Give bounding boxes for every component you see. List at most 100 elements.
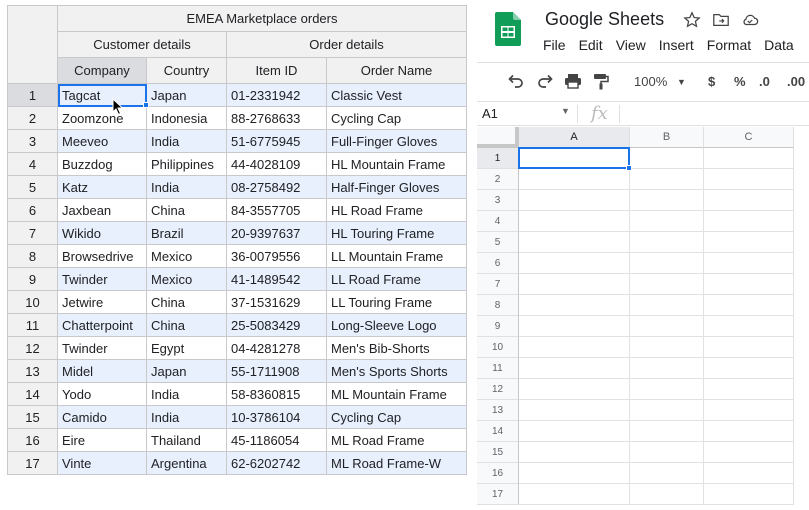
menu-view[interactable]: View	[616, 37, 646, 53]
row-number[interactable]: 12	[7, 336, 58, 360]
row-number[interactable]: 5	[7, 175, 58, 199]
sheet-cell[interactable]	[630, 211, 704, 232]
cell-item-id[interactable]: 55-1711908	[226, 359, 327, 383]
sheet-cell[interactable]	[704, 421, 794, 442]
cell-order-name[interactable]: Half-Finger Gloves	[326, 175, 467, 199]
name-box-dropdown-icon[interactable]: ▼	[561, 106, 570, 116]
row-number[interactable]: 15	[7, 405, 58, 429]
cell-country[interactable]: Mexico	[146, 244, 227, 268]
cell-country[interactable]: India	[146, 405, 227, 429]
sheet-cell[interactable]	[630, 190, 704, 211]
row-number[interactable]: 3	[7, 129, 58, 153]
row-header[interactable]: 2	[477, 169, 519, 190]
cell-company[interactable]: Meeveo	[57, 129, 147, 153]
column-header-b[interactable]: B	[630, 127, 704, 148]
cell-company[interactable]: Twinder	[57, 336, 147, 360]
cell-company[interactable]: Jetwire	[57, 290, 147, 314]
cell-order-name[interactable]: Men's Sports Shorts	[326, 359, 467, 383]
row-number[interactable]: 17	[7, 451, 58, 475]
sheet-cell[interactable]	[704, 379, 794, 400]
cell-company[interactable]: Midel	[57, 359, 147, 383]
cell-company[interactable]: Zoomzone	[57, 106, 147, 130]
sheet-cell[interactable]	[704, 253, 794, 274]
cell-country[interactable]: Japan	[146, 83, 227, 107]
cell-company[interactable]: Katz	[57, 175, 147, 199]
sheet-cell[interactable]	[519, 295, 630, 316]
sheet-cell[interactable]	[704, 463, 794, 484]
star-icon[interactable]	[683, 11, 701, 29]
cell-order-name[interactable]: HL Touring Frame	[326, 221, 467, 245]
sheet-cell[interactable]	[519, 379, 630, 400]
print-icon[interactable]	[564, 73, 582, 89]
sheet-cell[interactable]	[519, 190, 630, 211]
cell-item-id[interactable]: 84-3557705	[226, 198, 327, 222]
sheet-cell[interactable]	[519, 274, 630, 295]
cell-order-name[interactable]: Long-Sleeve Logo	[326, 313, 467, 337]
cell-order-name[interactable]: ML Road Frame	[326, 428, 467, 452]
sheet-cell[interactable]	[704, 400, 794, 421]
row-number[interactable]: 9	[7, 267, 58, 291]
cell-order-name[interactable]: ML Road Frame-W	[326, 451, 467, 475]
row-header[interactable]: 15	[477, 442, 519, 463]
sheet-cell[interactable]	[630, 232, 704, 253]
column-header-c[interactable]: C	[704, 127, 794, 148]
sheet-cell[interactable]	[630, 484, 704, 505]
cell-company[interactable]: Camido	[57, 405, 147, 429]
row-header[interactable]: 7	[477, 274, 519, 295]
column-header-country[interactable]: Country	[146, 57, 227, 84]
row-header[interactable]: 8	[477, 295, 519, 316]
cell-company[interactable]: Browsedrive	[57, 244, 147, 268]
sheet-cell[interactable]	[519, 400, 630, 421]
cell-order-name[interactable]: Men's Bib-Shorts	[326, 336, 467, 360]
cell-country[interactable]: Thailand	[146, 428, 227, 452]
sheet-cell[interactable]	[630, 295, 704, 316]
row-number[interactable]: 10	[7, 290, 58, 314]
cell-item-id[interactable]: 44-4028109	[226, 152, 327, 176]
row-header[interactable]: 10	[477, 337, 519, 358]
sheet-cell[interactable]	[519, 316, 630, 337]
cell-country[interactable]: India	[146, 382, 227, 406]
sheet-cell[interactable]	[630, 253, 704, 274]
row-number[interactable]: 1	[7, 83, 58, 107]
row-number[interactable]: 16	[7, 428, 58, 452]
row-header[interactable]: 6	[477, 253, 519, 274]
undo-icon[interactable]	[507, 73, 525, 89]
menu-data[interactable]: Data	[764, 37, 794, 53]
row-header[interactable]: 13	[477, 400, 519, 421]
menu-format[interactable]: Format	[707, 37, 751, 53]
sheet-cell[interactable]	[704, 484, 794, 505]
sheet-cell[interactable]	[630, 421, 704, 442]
cell-company[interactable]: Jaxbean	[57, 198, 147, 222]
sheet-cell[interactable]	[519, 442, 630, 463]
sheet-fill-handle[interactable]	[626, 165, 632, 171]
sheet-cell[interactable]	[704, 442, 794, 463]
cell-item-id[interactable]: 20-9397637	[226, 221, 327, 245]
cell-order-name[interactable]: Classic Vest	[326, 83, 467, 107]
sheet-cell[interactable]	[704, 358, 794, 379]
sheet-cell[interactable]	[704, 190, 794, 211]
sheet-cell[interactable]	[519, 484, 630, 505]
cell-country[interactable]: Egypt	[146, 336, 227, 360]
cell-item-id[interactable]: 45-1186054	[226, 428, 327, 452]
cell-country[interactable]: Mexico	[146, 267, 227, 291]
sheet-cell[interactable]	[519, 421, 630, 442]
cell-country[interactable]: India	[146, 175, 227, 199]
cell-company[interactable]: Chatterpoint	[57, 313, 147, 337]
cell-company[interactable]: Buzzdog	[57, 152, 147, 176]
cell-country[interactable]: Argentina	[146, 451, 227, 475]
sheet-cell[interactable]	[630, 463, 704, 484]
cell-company[interactable]: Twinder	[57, 267, 147, 291]
menu-edit[interactable]: Edit	[579, 37, 603, 53]
column-header-order-name[interactable]: Order Name	[326, 57, 467, 84]
cell-item-id[interactable]: 88-2768633	[226, 106, 327, 130]
cell-country[interactable]: Japan	[146, 359, 227, 383]
sheet-cell[interactable]	[704, 211, 794, 232]
column-header-a[interactable]: A	[519, 127, 630, 148]
zoom-select[interactable]: 100%	[634, 74, 667, 89]
column-header-item-id[interactable]: Item ID	[226, 57, 327, 84]
row-number[interactable]: 8	[7, 244, 58, 268]
cell-country[interactable]: China	[146, 290, 227, 314]
cloud-icon[interactable]	[741, 11, 759, 29]
sheet-cell[interactable]	[519, 169, 630, 190]
row-header[interactable]: 1	[477, 148, 519, 169]
